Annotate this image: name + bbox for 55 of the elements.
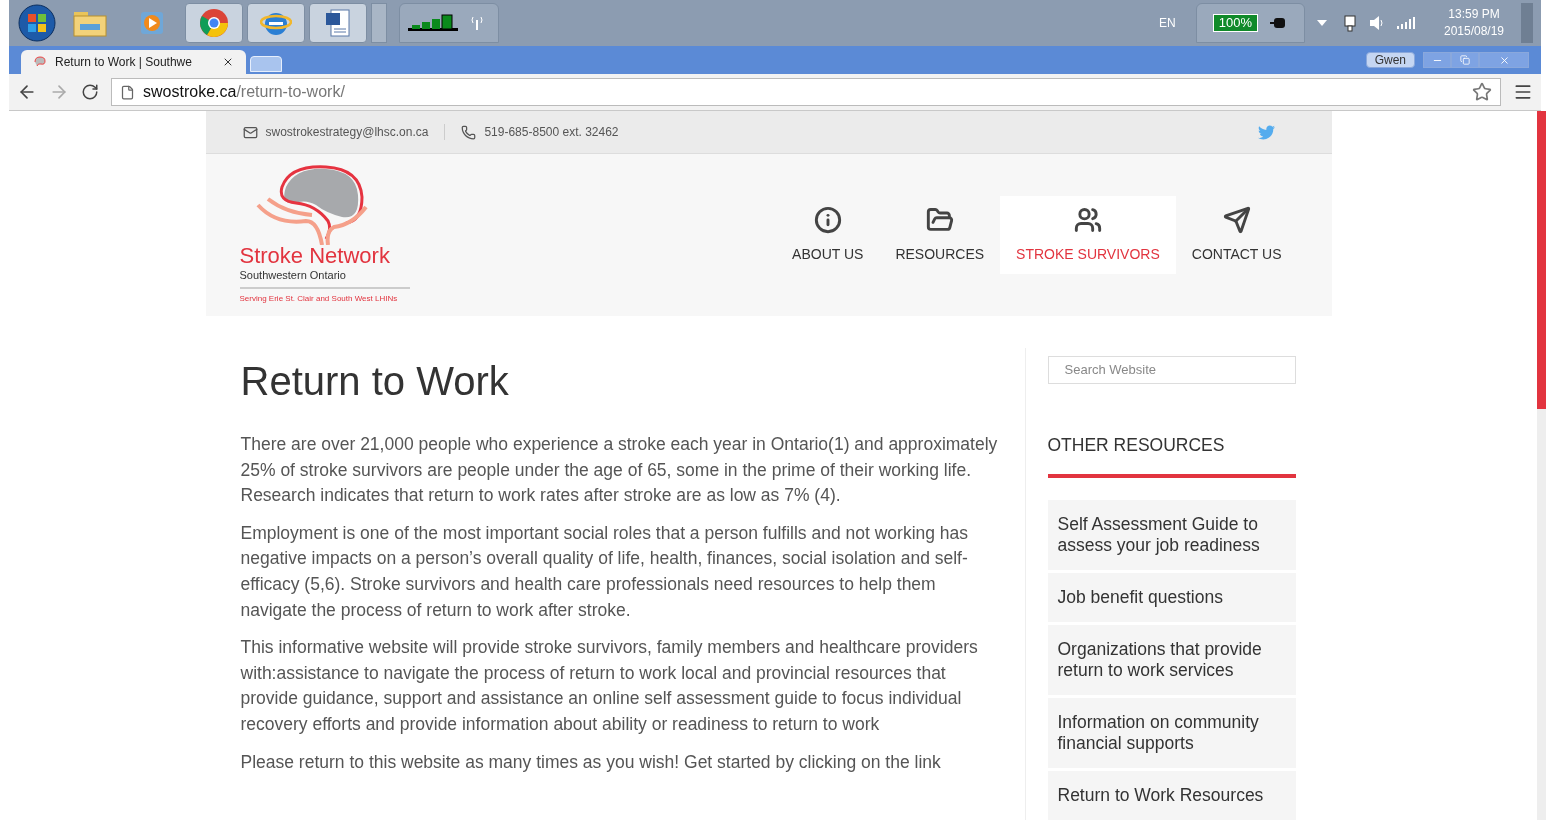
address-bar[interactable]: swostroke.ca/return-to-work/ bbox=[111, 78, 1501, 106]
restore-button[interactable] bbox=[1451, 52, 1479, 68]
power-plug-icon bbox=[1270, 17, 1288, 29]
nav-item[interactable]: CONTACT US bbox=[1175, 196, 1298, 274]
caret-icon[interactable] bbox=[1317, 20, 1327, 26]
chrome-icon[interactable] bbox=[185, 3, 243, 43]
close-icon bbox=[1498, 54, 1510, 66]
plug-icon[interactable] bbox=[1343, 14, 1357, 32]
body-paragraph: Please return to this website as many times as you wish! Get started by clicking on the link bbox=[240, 750, 942, 774]
twitter-bird-icon[interactable] bbox=[1257, 123, 1275, 141]
browser-tab[interactable]: Return to Work | Southwe bbox=[21, 50, 246, 74]
info-icon bbox=[813, 205, 842, 234]
start-orb-icon[interactable] bbox=[17, 3, 57, 43]
sidebar-link[interactable]: Information on community financial supports bbox=[1047, 698, 1296, 768]
site-logo[interactable]: Stroke Network Southwestern Ontario Serving Erie St. Clair and South West LHINs bbox=[239, 165, 410, 305]
signal-strength-icon bbox=[399, 3, 499, 43]
logo-subtitle: Southwestern Ontario bbox=[239, 267, 410, 289]
body-paragraph: There are over 21,000 people who experience a stroke each year in Ontario(1) and approximately 25% of stroke survivors are people under the age of 65, some in the prime of their working life. Research indicates that return to work rates after stroke are as low as 7% (4). bbox=[240, 433, 999, 508]
speaker-icon[interactable] bbox=[1369, 16, 1385, 30]
page-icon bbox=[120, 84, 135, 100]
sidebar-heading: OTHER RESOURCES bbox=[1047, 431, 1296, 478]
envelope-icon bbox=[242, 124, 258, 140]
nav-item[interactable]: ABOUT US bbox=[776, 196, 880, 274]
scrollbar-thumb[interactable] bbox=[1537, 111, 1546, 409]
brain-hands-logo-icon bbox=[255, 165, 368, 246]
restore-icon bbox=[1460, 55, 1470, 65]
reload-button[interactable] bbox=[81, 83, 99, 101]
people-icon bbox=[1073, 205, 1102, 234]
body-paragraph: This informative website will provide stroke survivors, family members and healthcare providers with:assistance to navigate the process of return to work local and provincial resources that provide guidance, support and assistance an online self assessment guide to focus individual recovery efforts and provide information about ability or readiness to return to work bbox=[240, 636, 979, 736]
signal-bars-icon[interactable] bbox=[1397, 17, 1415, 29]
body-paragraph: Employment is one of the most important social roles that a person fulfills and not working has negative impacts on a person’s overall quality of life, health, finances, social isolation and self-efficacy (5,6). Stroke survivors and health care professionals need resources to help them navigate the process of return to work after stroke. bbox=[240, 521, 970, 622]
battery-indicator[interactable]: 100% bbox=[1212, 14, 1258, 32]
page-title: Return to Work bbox=[240, 358, 510, 405]
new-tab-button[interactable] bbox=[250, 56, 282, 72]
paper-plane-icon bbox=[1222, 205, 1251, 234]
sidebar-link[interactable]: Job benefit questions bbox=[1047, 573, 1296, 622]
brain-favicon-icon bbox=[33, 56, 47, 68]
close-icon[interactable] bbox=[222, 56, 234, 68]
phone-icon bbox=[461, 124, 477, 140]
menu-icon[interactable] bbox=[1513, 82, 1533, 102]
sidebar-link[interactable]: Self Assessment Guide to assess your job readiness bbox=[1047, 500, 1296, 570]
sidebar-link[interactable]: Return to Work Resources bbox=[1047, 771, 1296, 820]
phone-number: 519-685-8500 ext. 32462 bbox=[484, 124, 619, 141]
scrollbar[interactable] bbox=[1537, 111, 1546, 820]
email-link[interactable]: swostrokestrategy@lhsc.on.ca bbox=[265, 123, 429, 141]
nav-item[interactable]: RESOURCES bbox=[879, 196, 1001, 274]
logo-title: Stroke Network bbox=[239, 245, 391, 268]
bookmark-star-icon[interactable] bbox=[1472, 82, 1492, 102]
nav-item[interactable]: STROKE SURVIVORS bbox=[1000, 196, 1176, 274]
search-field[interactable]: Search Website bbox=[1047, 356, 1296, 384]
folder-icon bbox=[925, 205, 954, 234]
profile-button[interactable]: Gwen bbox=[1365, 52, 1415, 68]
logo-tagline: Serving Erie St. Clair and South West LHINs bbox=[239, 292, 399, 305]
sidebar-link[interactable]: Organizations that provide return to work services bbox=[1047, 625, 1296, 695]
word-document-icon[interactable] bbox=[309, 3, 367, 43]
